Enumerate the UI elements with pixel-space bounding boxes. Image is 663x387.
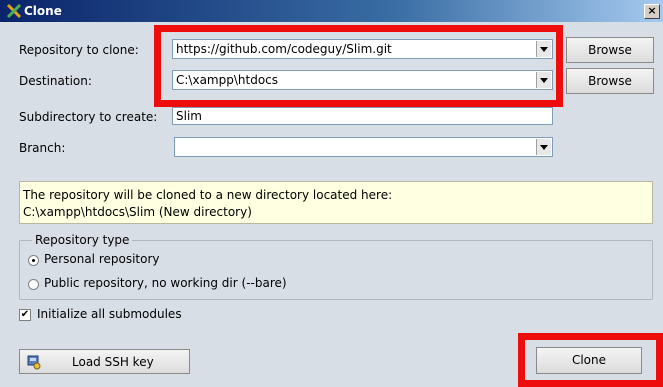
chevron-down-icon[interactable] [536, 139, 551, 155]
highlight-box-clone [518, 333, 663, 387]
init-submodules-checkbox[interactable]: ✔ [19, 309, 31, 321]
subdirectory-label: Subdirectory to create: [19, 110, 158, 124]
subdirectory-value: Slim [176, 109, 202, 123]
browse-destination-button[interactable]: Browse [566, 68, 654, 94]
clone-dialog: Clone × Repository to clone: https://git… [0, 0, 663, 387]
subdirectory-input[interactable]: Slim [172, 107, 553, 125]
info-line-1: The repository will be cloned to a new d… [23, 188, 393, 202]
info-line-2: C:\xampp\htdocs\Slim (New directory) [23, 205, 252, 219]
public-repository-radio[interactable] [28, 279, 39, 290]
title-bar: Clone × [0, 0, 663, 22]
init-submodules-label[interactable]: Initialize all submodules [37, 307, 182, 321]
browse-repository-button[interactable]: Browse [566, 37, 654, 63]
branch-combobox[interactable] [174, 137, 553, 157]
repository-label: Repository to clone: [19, 43, 139, 57]
git-extensions-icon [6, 3, 22, 19]
repository-type-legend: Repository type [32, 233, 133, 247]
checkmark-icon: ✔ [20, 309, 30, 320]
key-icon [27, 355, 41, 370]
radio-selected-dot [32, 259, 35, 262]
personal-repository-radio[interactable] [28, 255, 39, 266]
destination-label: Destination: [19, 74, 92, 88]
highlight-box-repository [154, 25, 563, 107]
load-ssh-key-label: Load SSH key [72, 355, 154, 369]
branch-label: Branch: [19, 141, 66, 155]
load-ssh-key-button[interactable]: Load SSH key [19, 349, 190, 374]
personal-repository-label[interactable]: Personal repository [44, 252, 160, 266]
window-title: Clone [24, 4, 62, 18]
repository-type-group: Repository type Personal repository Publ… [19, 233, 653, 300]
public-repository-label[interactable]: Public repository, no working dir (--bar… [44, 276, 287, 290]
destination-info-box: The repository will be cloned to a new d… [19, 181, 653, 224]
close-button[interactable]: × [644, 4, 660, 19]
